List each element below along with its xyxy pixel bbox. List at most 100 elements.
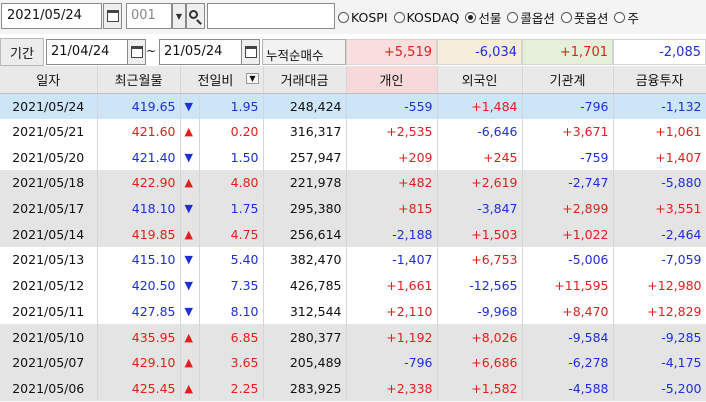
- cell-financial: -5,200: [613, 375, 706, 402]
- date-input[interactable]: 2021/05/24: [1, 3, 102, 29]
- table-row[interactable]: 2021/05/17 418.10 ▼ 1.75 295,380 +815 -3,847 +2…: [0, 195, 706, 222]
- table-row[interactable]: 2021/05/07 429.10 ▲ 3.65 205,489 -796 +6,686 -6…: [0, 349, 706, 376]
- cell-amount: 221,978: [263, 170, 347, 196]
- table-row[interactable]: 2021/05/12 420.50 ▼ 7.35 426,785 +1,661 -12,56…: [0, 272, 706, 299]
- up-triangle-icon: ▲: [180, 221, 200, 248]
- cell-date: 2021/05/11: [0, 298, 98, 325]
- cell-change: 6.85: [199, 324, 264, 350]
- cell-date: 2021/05/10: [0, 324, 98, 350]
- date-separator: ~: [146, 44, 157, 58]
- cell-institution: -9,584: [522, 324, 614, 350]
- cell-date: 2021/05/20: [0, 144, 98, 171]
- cell-individual: -2,188: [346, 221, 438, 248]
- radio-label: 콜옵션: [520, 11, 555, 26]
- table-row[interactable]: 2021/05/18 422.90 ▲ 4.80 221,978 +482 +2,619 -2…: [0, 170, 706, 196]
- radio-dot-icon: [614, 12, 626, 23]
- cell-institution: +8,470: [522, 298, 614, 325]
- cell-amount: 256,614: [263, 221, 347, 248]
- header-institution[interactable]: 기관계: [522, 66, 614, 94]
- radio-dot-icon: [507, 12, 519, 23]
- stock-code-input[interactable]: 001: [126, 3, 172, 29]
- header-change[interactable]: 전일비 ▼: [180, 66, 264, 94]
- radio-dot-icon: [560, 12, 572, 23]
- up-triangle-icon: ▲: [180, 170, 200, 196]
- cell-financial: -5,880: [613, 170, 706, 196]
- cell-price: 421.60: [97, 118, 181, 145]
- header-foreign[interactable]: 외국인: [437, 66, 523, 94]
- cell-foreign: -9,968: [437, 298, 523, 325]
- cell-individual: -559: [346, 93, 438, 119]
- cell-change: 1.75: [199, 195, 264, 222]
- cell-amount: 426,785: [263, 272, 347, 299]
- calendar-button[interactable]: [103, 3, 122, 29]
- cell-date: 2021/05/12: [0, 272, 98, 299]
- radio-market[interactable]: 풋옵션: [560, 8, 608, 27]
- up-triangle-icon: ▲: [180, 375, 200, 402]
- sum-institution: +1,701: [522, 39, 613, 65]
- code-dropdown-button[interactable]: ▼: [172, 3, 186, 29]
- cell-price: 421.40: [97, 144, 181, 171]
- cell-financial: +12,829: [613, 298, 706, 325]
- cell-amount: 257,947: [263, 144, 347, 171]
- table-row[interactable]: 2021/05/14 419.85 ▲ 4.75 256,614 -2,188 +1,503…: [0, 221, 706, 248]
- cell-foreign: -6,646: [437, 118, 523, 145]
- cell-amount: 248,424: [263, 93, 347, 119]
- from-calendar-button[interactable]: [127, 39, 146, 65]
- cell-financial: -2,464: [613, 221, 706, 248]
- cell-change: 4.80: [199, 170, 264, 196]
- cell-institution: -759: [522, 144, 614, 171]
- chevron-down-icon: ▼: [175, 11, 183, 21]
- radio-market[interactable]: 콜옵션: [507, 8, 555, 27]
- up-triangle-icon: ▲: [180, 118, 200, 145]
- cell-change: 0.20: [199, 118, 264, 145]
- table-row[interactable]: 2021/05/06 425.45 ▲ 2.25 283,925 +2,338 +1,582…: [0, 375, 706, 402]
- cell-price: 429.10: [97, 349, 181, 376]
- cell-change: 7.35: [199, 272, 264, 299]
- cell-price: 435.95: [97, 324, 181, 350]
- up-triangle-icon: ▲: [180, 324, 200, 350]
- sort-dropdown-icon[interactable]: ▼: [246, 72, 259, 84]
- cell-amount: 316,317: [263, 118, 347, 145]
- sum-individual: +5,519: [346, 39, 437, 65]
- radio-label: 주: [627, 11, 639, 26]
- cell-individual: +2,338: [346, 375, 438, 402]
- from-date-input[interactable]: 21/04/24: [46, 39, 128, 65]
- radio-market[interactable]: KOSPI: [338, 8, 388, 27]
- table-row[interactable]: 2021/05/11 427.85 ▼ 8.10 312,544 +2,110 -9,968…: [0, 298, 706, 325]
- table-row[interactable]: 2021/05/20 421.40 ▼ 1.50 257,947 +209 +245 -759…: [0, 144, 706, 171]
- to-date-input[interactable]: 21/05/24: [159, 39, 242, 65]
- stock-name-field[interactable]: [207, 3, 335, 29]
- header-individual[interactable]: 개인: [346, 66, 438, 94]
- table-header-row: 일자 최근월물 전일비 ▼ 거래대금 개인 외국인 기관계 금융투자: [0, 66, 706, 94]
- header-financial-investment[interactable]: 금융투자: [613, 66, 706, 94]
- table-row[interactable]: 2021/05/21 421.60 ▲ 0.20 316,317 +2,535 -6,646…: [0, 118, 706, 145]
- radio-label: KOSDAQ: [406, 10, 460, 25]
- cell-amount: 280,377: [263, 324, 347, 350]
- header-date[interactable]: 일자: [0, 66, 98, 94]
- cell-amount: 295,380: [263, 195, 347, 222]
- table-row[interactable]: 2021/05/13 415.10 ▼ 5.40 382,470 -1,407 +6,753…: [0, 247, 706, 273]
- cell-foreign: -12,565: [437, 272, 523, 299]
- down-triangle-icon: ▼: [180, 195, 200, 222]
- cell-change: 3.65: [199, 349, 264, 376]
- cell-date: 2021/05/18: [0, 170, 98, 196]
- cell-price: 427.85: [97, 298, 181, 325]
- cell-price: 425.45: [97, 375, 181, 402]
- calendar-icon: [106, 10, 119, 22]
- cell-change: 1.95: [199, 93, 264, 119]
- table-row[interactable]: 2021/05/24 419.65 ▼ 1.95 248,424 -559 +1,484 -7…: [0, 93, 706, 119]
- to-calendar-button[interactable]: [241, 39, 260, 65]
- cell-institution: +3,671: [522, 118, 614, 145]
- cell-financial: -7,059: [613, 247, 706, 273]
- header-trade-amount[interactable]: 거래대금: [263, 66, 347, 94]
- radio-market[interactable]: 주: [614, 8, 639, 27]
- header-front-month[interactable]: 최근월물: [97, 66, 181, 94]
- cell-price: 419.65: [97, 93, 181, 119]
- table-row[interactable]: 2021/05/10 435.95 ▲ 6.85 280,377 +1,192 +8,026…: [0, 324, 706, 350]
- radio-market[interactable]: 선물: [465, 8, 501, 27]
- cell-foreign: +1,503: [437, 221, 523, 248]
- cell-price: 415.10: [97, 247, 181, 273]
- down-triangle-icon: ▼: [180, 144, 200, 171]
- radio-market[interactable]: KOSDAQ: [393, 8, 460, 27]
- search-button[interactable]: [186, 3, 205, 29]
